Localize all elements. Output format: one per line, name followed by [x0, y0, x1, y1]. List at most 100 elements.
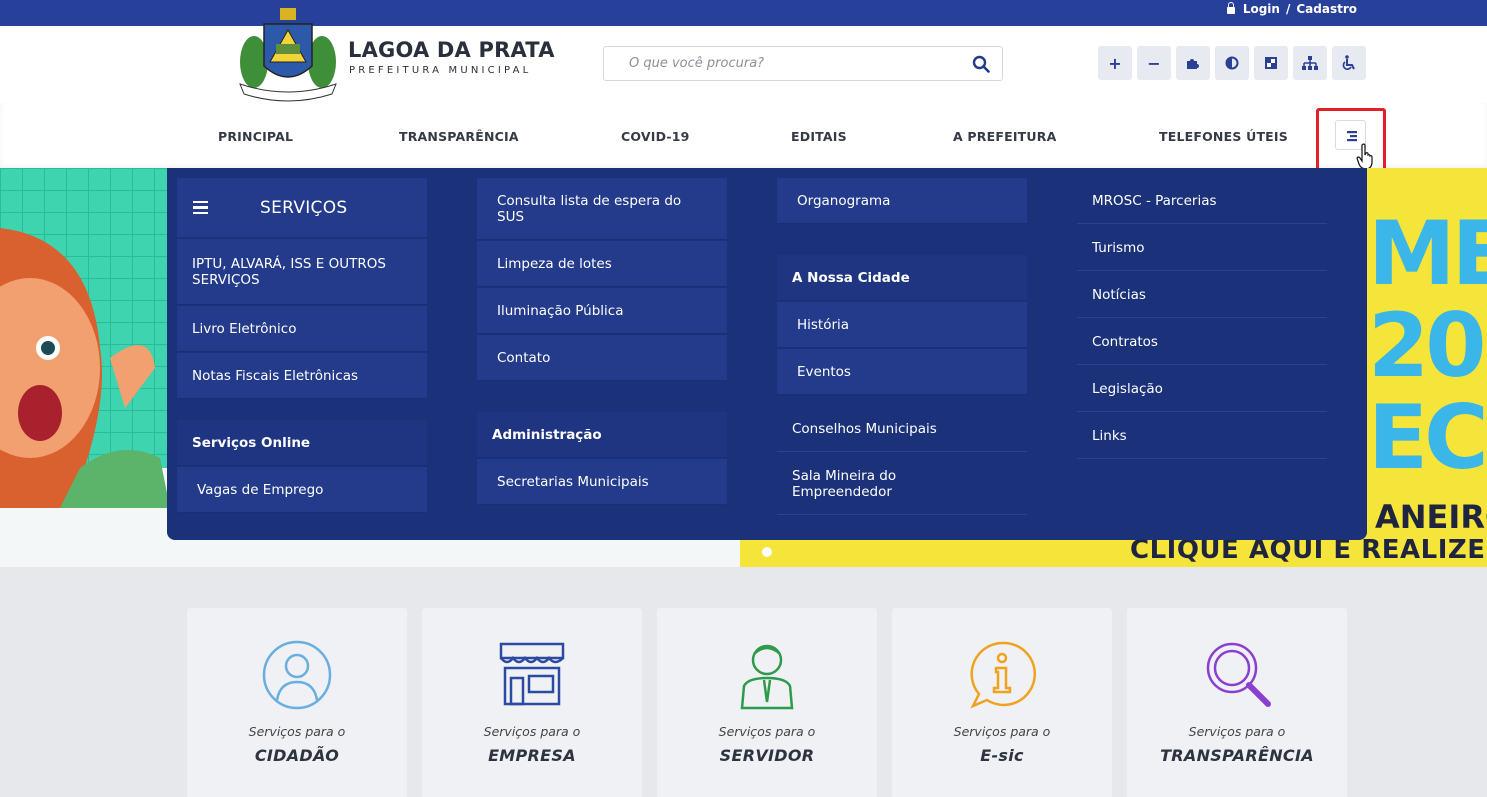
menu-item-label: Legislação [1092, 380, 1163, 397]
contrast-button[interactable] [1215, 46, 1249, 80]
card-small-text: Serviços para o [953, 724, 1051, 739]
pointer-hand-icon [1356, 143, 1373, 170]
menu-item-label: Conselhos Municipais [792, 420, 937, 437]
menu-item-label: Links [1092, 427, 1127, 444]
menu-item-label: Notas Fiscais Eletrônicas [192, 367, 359, 384]
menu-item-label: Limpeza de lotes [497, 255, 612, 272]
menu-item-iluminacao-publica[interactable]: Iluminação Pública [477, 288, 727, 334]
menu-item-limpeza-lotes[interactable]: Limpeza de lotes [477, 241, 727, 287]
menu-item-label: Vagas de Emprego [197, 481, 324, 498]
menu-item-turismo[interactable]: Turismo [1077, 225, 1327, 271]
card-servidor[interactable]: Serviços para o SERVIDOR [657, 608, 877, 797]
card-small-text: Serviços para o [248, 724, 346, 739]
menu-item-organograma[interactable]: Organograma [777, 178, 1027, 224]
menu-item-label: MROSC - Parcerias [1092, 192, 1217, 209]
main-nav: PRINCIPAL TRANSPARÊNCIA COVID-19 EDITAIS… [0, 103, 1487, 175]
menu-item-label: Livro Eletrônico [192, 320, 297, 337]
contrast-icon [1225, 56, 1239, 70]
menu-item-eventos[interactable]: Eventos [777, 349, 1027, 395]
menu-item-label: IPTU, ALVARÁ, ISS E OUTROS SERVIÇOS [192, 255, 386, 288]
menu-item-links[interactable]: Links [1077, 413, 1327, 459]
service-cards: Serviços para o CIDADÃO Serviços para o … [187, 608, 1347, 797]
store-icon [499, 642, 565, 706]
high-contrast-button[interactable] [1254, 46, 1288, 80]
login-link[interactable]: Login [1243, 2, 1280, 16]
mega-menu: SERVIÇOS IPTU, ALVARÁ, ISS E OUTROS SERV… [167, 168, 1367, 540]
menu-item-label: Organograma [797, 192, 891, 209]
menu-heading-servicos-online[interactable]: Serviços Online [177, 420, 427, 466]
menu-item-label: Notícias [1092, 286, 1146, 303]
menu-item-label: Secretarias Municipais [497, 473, 649, 490]
login-area: Login / Cadastro [1226, 1, 1357, 16]
menu-heading-label: Administração [492, 426, 602, 443]
increase-font-button[interactable]: + [1098, 46, 1132, 80]
card-empresa[interactable]: Serviços para o EMPRESA [422, 608, 642, 797]
card-small-text: Serviços para o [483, 724, 581, 739]
menu-item-livro-eletronico[interactable]: Livro Eletrônico [177, 306, 427, 352]
nav-item-transparencia[interactable]: TRANSPARÊNCIA [399, 129, 519, 144]
menu-item-vagas-emprego[interactable]: Vagas de Emprego [177, 467, 427, 513]
menu-item-mrosc[interactable]: MROSC - Parcerias [1077, 178, 1327, 224]
nav-item-a-prefeitura[interactable]: A PREFEITURA [953, 129, 1056, 144]
card-title: TRANSPARÊNCIA [1160, 746, 1314, 765]
hero-big-letters: ME 20 EC [1368, 202, 1487, 489]
employee-icon [740, 644, 794, 710]
menu-item-notas-fiscais[interactable]: Notas Fiscais Eletrônicas [177, 353, 427, 399]
menu-item-noticias[interactable]: Notícias [1077, 272, 1327, 318]
menu-item-historia[interactable]: História [777, 302, 1027, 348]
card-title: SERVIDOR [719, 746, 815, 765]
menu-item-contato[interactable]: Contato [477, 335, 727, 381]
menu-item-conselhos[interactable]: Conselhos Municipais [777, 406, 1027, 452]
brand-subtitle: PREFEITURA MUNICIPAL [349, 65, 532, 76]
puzzle-icon [1187, 59, 1199, 69]
search-icon[interactable] [972, 55, 990, 73]
register-link[interactable]: Cadastro [1296, 2, 1357, 16]
nav-item-editais[interactable]: EDITAIS [791, 129, 847, 144]
menu-item-label: Sala Mineira do Empreendedor [792, 467, 897, 500]
accessibility-toolbar: + − [1098, 46, 1366, 80]
user-icon [262, 640, 332, 710]
menu-heading-administracao[interactable]: Administração [477, 412, 727, 458]
header: LAGOA DA PRATA PREFEITURA MUNICIPAL + − [0, 8, 1487, 103]
sitemap-button[interactable] [1293, 46, 1327, 80]
menu-item-label: Iluminação Pública [497, 302, 624, 319]
menu-item-label: Contato [497, 349, 551, 366]
services-header[interactable]: SERVIÇOS [177, 178, 427, 237]
girl-illustration [0, 228, 170, 508]
nav-item-principal[interactable]: PRINCIPAL [218, 129, 293, 144]
card-title: EMPRESA [488, 746, 576, 765]
nav-item-telefones-uteis[interactable]: TELEFONES ÚTEIS [1159, 129, 1288, 144]
card-esic[interactable]: Serviços para o E-sic [892, 608, 1112, 797]
wheelchair-icon [1342, 55, 1355, 70]
hamburger-icon [193, 200, 208, 215]
brand-title[interactable]: LAGOA DA PRATA [348, 38, 555, 62]
menu-item-iptu[interactable]: IPTU, ALVARÁ, ISS E OUTROS SERVIÇOS [177, 239, 427, 305]
menu-heading-label: A Nossa Cidade [792, 269, 910, 286]
menu-item-lista-espera-sus[interactable]: Consulta lista de espera do SUS [477, 178, 727, 240]
minus-icon: − [1147, 53, 1161, 73]
sitemap-icon [1302, 56, 1318, 70]
accessibility-button[interactable] [1332, 46, 1366, 80]
hero-janeiro-text: ANEIRO [1375, 498, 1487, 536]
city-coat-of-arms-logo[interactable] [236, 4, 340, 102]
info-bubble-icon [970, 641, 1037, 709]
menu-item-sala-mineira[interactable]: Sala Mineira do Empreendedor [777, 453, 1027, 515]
menu-item-legislacao[interactable]: Legislação [1077, 366, 1327, 412]
menu-heading-nossa-cidade[interactable]: A Nossa Cidade [777, 255, 1027, 301]
top-bar: Login / Cadastro [0, 0, 1487, 26]
decrease-font-button[interactable]: − [1137, 46, 1171, 80]
menu-item-secretarias[interactable]: Secretarias Municipais [477, 459, 727, 505]
card-cidadao[interactable]: Serviços para o CIDADÃO [187, 608, 407, 797]
card-title: E-sic [980, 746, 1024, 765]
menu-item-label: História [797, 316, 850, 333]
contrast-square-icon [1265, 57, 1277, 69]
card-transparencia[interactable]: Serviços para o TRANSPARÊNCIA [1127, 608, 1347, 797]
login-separator: / [1285, 2, 1291, 16]
plus-icon: + [1108, 53, 1122, 73]
search-input[interactable] [605, 48, 955, 79]
menu-item-contratos[interactable]: Contratos [1077, 319, 1327, 365]
puzzle-button[interactable] [1176, 46, 1210, 80]
slider-dot[interactable] [762, 547, 772, 557]
nav-item-covid[interactable]: COVID-19 [621, 129, 690, 144]
card-small-text: Serviços para o [718, 724, 816, 739]
